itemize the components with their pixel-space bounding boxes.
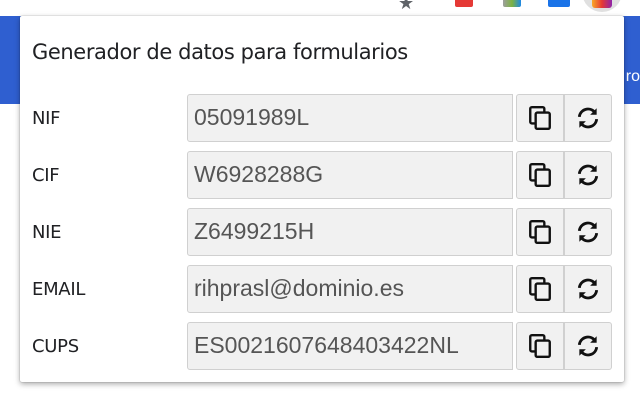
row-label: NIE xyxy=(32,222,62,243)
viewport: ★ ro Generador de datos para formularios… xyxy=(0,0,640,400)
nie-field[interactable]: Z6499215H xyxy=(187,208,513,256)
row-label: EMAIL xyxy=(32,279,86,300)
copy-icon xyxy=(529,333,551,359)
refresh-button[interactable] xyxy=(564,151,612,199)
refresh-icon xyxy=(577,107,599,129)
background-page-text: ro xyxy=(625,68,640,85)
active-extension-icon xyxy=(592,0,612,8)
row-cups: CUPS ES0021607648403422NL xyxy=(20,322,624,372)
copy-icon xyxy=(529,276,551,302)
extension-drive-icon[interactable] xyxy=(503,0,521,7)
extension-popup: Generador de datos para formularios NIF … xyxy=(20,16,624,382)
row-nie: NIE Z6499215H xyxy=(20,208,624,258)
refresh-icon xyxy=(577,278,599,300)
browser-toolbar: ★ xyxy=(0,0,640,16)
copy-button[interactable] xyxy=(516,322,564,370)
copy-button[interactable] xyxy=(516,151,564,199)
copy-icon xyxy=(529,162,551,188)
cif-field[interactable]: W6928288G xyxy=(187,151,513,199)
refresh-icon xyxy=(577,335,599,357)
nif-field[interactable]: 05091989L xyxy=(187,94,513,142)
row-label: NIF xyxy=(32,108,61,129)
row-label: CIF xyxy=(32,165,60,186)
copy-icon xyxy=(529,105,551,131)
row-cif: CIF W6928288G xyxy=(20,151,624,201)
copy-button[interactable] xyxy=(516,265,564,313)
refresh-icon xyxy=(577,164,599,186)
cups-field[interactable]: ES0021607648403422NL xyxy=(187,322,513,370)
bookmark-star-icon[interactable]: ★ xyxy=(398,0,414,12)
email-field[interactable]: rihprasl@dominio.es xyxy=(187,265,513,313)
copy-icon xyxy=(529,219,551,245)
refresh-icon xyxy=(577,221,599,243)
extension-blue-icon[interactable] xyxy=(548,0,570,7)
extension-red-icon[interactable] xyxy=(455,0,473,7)
refresh-button[interactable] xyxy=(564,322,612,370)
refresh-button[interactable] xyxy=(564,94,612,142)
row-nif: NIF 05091989L xyxy=(20,94,624,144)
row-email: EMAIL rihprasl@dominio.es xyxy=(20,265,624,315)
copy-button[interactable] xyxy=(516,208,564,256)
popup-title: Generador de datos para formularios xyxy=(32,40,408,64)
copy-button[interactable] xyxy=(516,94,564,142)
refresh-button[interactable] xyxy=(564,208,612,256)
refresh-button[interactable] xyxy=(564,265,612,313)
row-label: CUPS xyxy=(32,336,79,357)
